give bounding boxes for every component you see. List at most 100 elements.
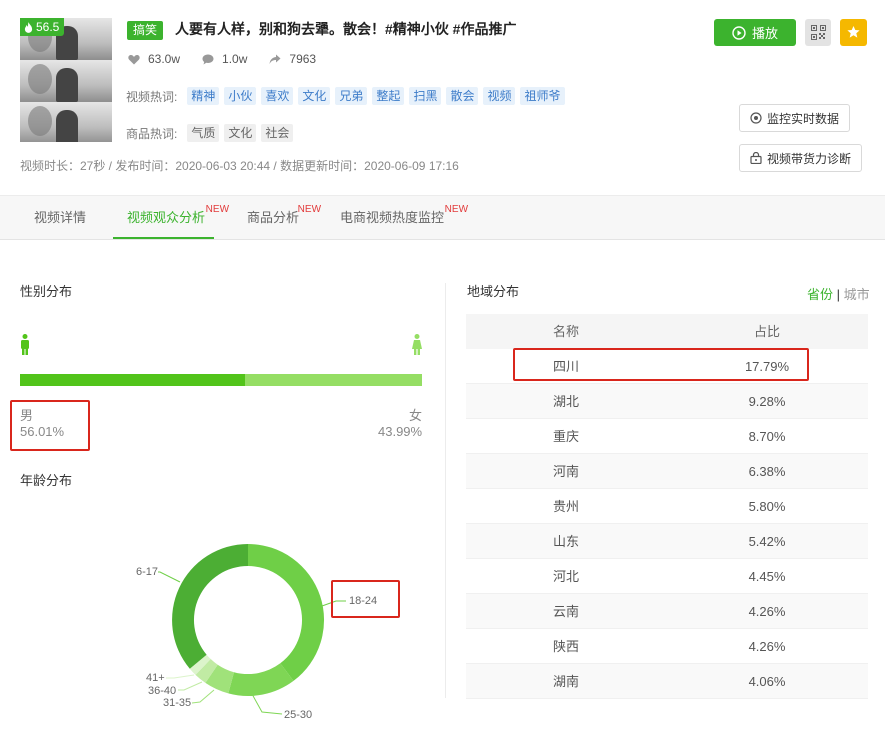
diagnose-label: 视频带货力诊断 (767, 151, 852, 166)
share-icon (269, 54, 281, 64)
region-name: 重庆 (552, 429, 579, 444)
comment-icon (202, 54, 214, 64)
tab-audience-analysis[interactable]: 视频观众分析 NEW (127, 196, 229, 240)
hot-word-tag[interactable]: 整起 (372, 87, 405, 105)
region-name: 河北 (552, 569, 579, 584)
hot-word-tag[interactable]: 精神 (187, 87, 220, 105)
hot-word-tag[interactable]: 祖师爷 (520, 87, 565, 105)
section-divider (445, 283, 446, 698)
female-label: 女 (409, 408, 423, 423)
product-word-tag[interactable]: 社会 (261, 124, 294, 142)
age-label-6-17: 6-17 (136, 566, 158, 578)
age-18-24-highlight-box (331, 580, 400, 618)
monitor-realtime-button[interactable]: 监控实时数据 (739, 104, 851, 132)
female-percentage: 43.99% (378, 424, 423, 439)
tab-video-details[interactable]: 视频详情 (34, 196, 86, 240)
tab-label: 视频观众分析 (127, 210, 206, 225)
heart-icon (128, 54, 140, 64)
age-label-41plus: 41+ (146, 672, 165, 684)
age-label-36-40: 36-40 (148, 685, 176, 697)
qr-code-button[interactable] (805, 19, 831, 46)
table-row: 河南 6.38% (466, 454, 868, 489)
video-thumbnail[interactable] (20, 18, 112, 142)
score-value: 56.5 (36, 20, 60, 34)
thumbnail-frame (20, 60, 112, 102)
city-toggle[interactable]: 城市 (844, 287, 870, 302)
region-name: 河南 (552, 464, 579, 479)
hot-word-tag[interactable]: 散会 (446, 87, 479, 105)
region-name: 贵州 (552, 499, 579, 514)
tab-product-analysis[interactable]: 商品分析 NEW (247, 196, 321, 240)
hot-word-tag[interactable]: 小伙 (224, 87, 257, 105)
favorite-button[interactable] (840, 19, 867, 46)
age-section-title: 年龄分布 (20, 473, 73, 488)
region-ratio: 6.38% (748, 464, 786, 479)
table-row: 山东 5.42% (466, 524, 868, 559)
table-row: 湖北 9.28% (466, 384, 868, 419)
switch-separator: | (836, 287, 841, 302)
region-name: 湖南 (552, 674, 579, 689)
new-badge: NEW (297, 204, 322, 215)
region-name: 山东 (552, 534, 579, 549)
play-button[interactable]: 播放 (714, 19, 796, 46)
table-row: 贵州 5.80% (466, 489, 868, 524)
diagnose-button[interactable]: 视频带货力诊断 (739, 144, 863, 172)
monitor-label: 监控实时数据 (767, 111, 840, 126)
score-badge: 56.5 (20, 18, 65, 36)
genre-tag: 搞笑 (127, 21, 164, 40)
male-icon (21, 334, 29, 355)
tab-heat-monitor[interactable]: 电商视频热度监控 NEW (340, 196, 468, 240)
region-name: 陕西 (552, 639, 579, 654)
product-word-tag[interactable]: 气质 (187, 124, 220, 142)
age-slice-18-24 (248, 544, 325, 681)
play-circle-icon (732, 25, 746, 40)
region-ratio: 4.45% (748, 569, 786, 584)
age-slice-31-35 (205, 664, 234, 694)
age-slice-25-30 (228, 663, 294, 697)
video-meta: 视频时长：27秒 / 发布时间：2020-06-03 20:44 / 数据更新时… (20, 159, 459, 173)
flame-icon (24, 21, 33, 33)
comments-stat: 1.0w (202, 52, 247, 66)
table-row: 重庆 8.70% (466, 419, 868, 454)
top-region-highlight-box (513, 348, 809, 381)
new-badge: NEW (205, 204, 230, 215)
hot-word-tag[interactable]: 视频 (483, 87, 516, 105)
tab-label: 电商视频热度监控 (340, 210, 445, 225)
female-ratio-bar (245, 374, 422, 386)
age-label-25-30: 25-30 (284, 709, 312, 721)
hot-word-tag[interactable]: 文化 (298, 87, 331, 105)
province-toggle[interactable]: 省份 (807, 287, 833, 302)
shares-count: 7963 (289, 52, 317, 66)
male-highlight-box (10, 400, 90, 451)
thumbnail-frame (20, 102, 112, 142)
region-switch: 省份 | 城市 (807, 284, 870, 303)
hot-word-tag[interactable]: 兄弟 (335, 87, 368, 105)
comments-count: 1.0w (222, 52, 248, 66)
region-ratio: 4.06% (748, 674, 786, 689)
table-row: 陕西 4.26% (466, 629, 868, 664)
new-badge: NEW (444, 204, 469, 215)
shares-stat: 7963 (269, 52, 316, 66)
play-label: 播放 (751, 26, 778, 41)
hot-word-tag[interactable]: 扫黑 (409, 87, 442, 105)
video-title[interactable]: 人要有人样，别和狗去犟。散会！#精神小伙 #作品推广 (175, 19, 516, 39)
active-tab-indicator (113, 237, 214, 239)
age-slice-41plus (189, 654, 211, 675)
gender-section-title: 性别分布 (20, 284, 73, 299)
table-row: 河北 4.45% (466, 559, 868, 594)
hot-words-row: 视频热词: 精神 小伙 喜欢 文化 兄弟 整起 扫黑 散会 视频 祖师爷 (126, 87, 565, 105)
table-row: 云南 4.26% (466, 594, 868, 629)
age-slice-6-17 (172, 544, 248, 669)
table-row: 湖南 4.06% (466, 664, 868, 699)
region-name: 湖北 (552, 394, 579, 409)
female-icon (412, 334, 422, 355)
age-slice-36-40 (195, 659, 218, 683)
product-words-row: 商品热词: 气质 文化 社会 (126, 124, 294, 142)
tab-label: 商品分析 (247, 210, 300, 225)
qr-code-icon (810, 25, 826, 40)
product-word-tag[interactable]: 文化 (224, 124, 257, 142)
column-header-name: 名称 (552, 324, 579, 339)
region-ratio: 5.80% (748, 499, 786, 514)
hot-word-tag[interactable]: 喜欢 (261, 87, 294, 105)
lock-bag-icon (750, 152, 762, 164)
